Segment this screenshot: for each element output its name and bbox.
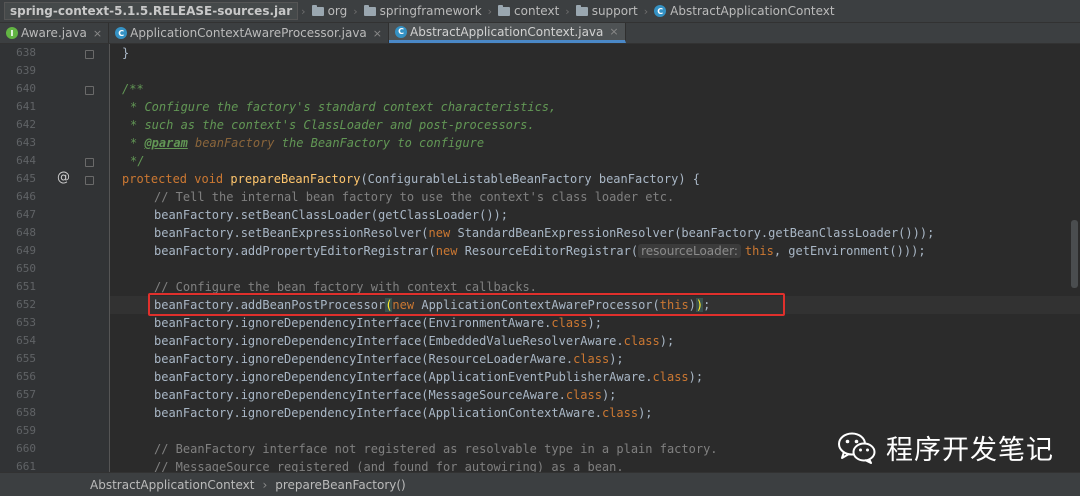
fold-marker-icon[interactable] bbox=[85, 50, 94, 59]
folder-icon bbox=[498, 4, 511, 16]
close-icon[interactable]: × bbox=[609, 25, 618, 38]
code-line: beanFactory.ignoreDependencyInterface(En… bbox=[154, 316, 602, 330]
breadcrumb-separator: › bbox=[643, 4, 649, 18]
breadcrumb-jar[interactable]: spring-context-5.1.5.RELEASE-sources.jar bbox=[4, 2, 299, 20]
line-number: 648 bbox=[16, 226, 36, 239]
override-marker-icon[interactable]: @ bbox=[57, 170, 70, 185]
code-line: beanFactory.ignoreDependencyInterface(Ap… bbox=[154, 406, 653, 420]
code-line: // BeanFactory interface not registered … bbox=[154, 442, 718, 456]
code-line: // Tell the internal bean factory to use… bbox=[154, 190, 675, 204]
line-number: 650 bbox=[16, 262, 36, 275]
code-line: beanFactory.setBeanClassLoader(getClassL… bbox=[154, 208, 509, 222]
line-number: 658 bbox=[16, 406, 36, 419]
breadcrumb-class[interactable]: C AbstractApplicationContext bbox=[651, 2, 837, 20]
breadcrumb-label: context bbox=[514, 4, 560, 18]
vertical-scrollbar[interactable] bbox=[1071, 220, 1078, 288]
line-number: 660 bbox=[16, 442, 36, 455]
fold-marker-icon[interactable] bbox=[85, 176, 94, 185]
line-number: 657 bbox=[16, 388, 36, 401]
line-number: 642 bbox=[16, 118, 36, 131]
code-line: beanFactory.addPropertyEditorRegistrar(n… bbox=[154, 244, 926, 258]
line-number: 656 bbox=[16, 370, 36, 383]
line-number: 649 bbox=[16, 244, 36, 257]
annotation-highlight-box bbox=[148, 293, 785, 316]
line-number: 644 bbox=[16, 154, 36, 167]
close-icon[interactable]: × bbox=[93, 27, 102, 40]
tab-label: AbstractApplicationContext.java bbox=[410, 24, 604, 39]
code-line: * such as the context's ClassLoader and … bbox=[130, 118, 535, 132]
breadcrumb-springframework[interactable]: springframework bbox=[361, 2, 485, 20]
line-number: 645 bbox=[16, 172, 36, 185]
breadcrumb-label: springframework bbox=[379, 4, 482, 18]
code-line: protected void prepareBeanFactory(Config… bbox=[122, 172, 700, 186]
watermark: 程序开发笔记 bbox=[838, 428, 1054, 467]
breadcrumb-org[interactable]: org bbox=[309, 2, 351, 20]
class-icon: C bbox=[654, 5, 667, 17]
code-line: } bbox=[122, 46, 130, 60]
line-number: 651 bbox=[16, 280, 36, 293]
breadcrumb-method[interactable]: prepareBeanFactory() bbox=[275, 478, 405, 492]
wechat-icon bbox=[838, 432, 876, 464]
breadcrumb-label: support bbox=[591, 4, 638, 18]
code-editor[interactable]: 638 639 640 641 642 643 644 645 646 647 … bbox=[0, 44, 1080, 474]
tab-application-context-aware-processor[interactable]: C ApplicationContextAwareProcessor.java … bbox=[109, 23, 389, 43]
fold-marker-icon[interactable] bbox=[85, 86, 94, 95]
watermark-text: 程序开发笔记 bbox=[886, 435, 1054, 466]
interface-icon: I bbox=[6, 27, 18, 39]
breadcrumb-support[interactable]: support bbox=[573, 2, 641, 20]
breadcrumb-label: AbstractApplicationContext bbox=[670, 4, 835, 18]
tab-label: ApplicationContextAwareProcessor.java bbox=[130, 26, 367, 40]
code-line: beanFactory.ignoreDependencyInterface(Em… bbox=[154, 334, 675, 348]
breadcrumb-class[interactable]: AbstractApplicationContext bbox=[90, 478, 254, 492]
code-line: beanFactory.ignoreDependencyInterface(Ap… bbox=[154, 370, 704, 384]
code-line: */ bbox=[130, 154, 145, 168]
folder-icon bbox=[363, 4, 376, 16]
folder-icon bbox=[311, 4, 324, 16]
breadcrumb-separator: › bbox=[353, 4, 358, 18]
code-line: * Configure the factory's standard conte… bbox=[130, 100, 557, 114]
line-number: 641 bbox=[16, 100, 36, 113]
breadcrumb-separator: › bbox=[487, 4, 493, 18]
close-icon[interactable]: × bbox=[373, 27, 382, 40]
line-number: 643 bbox=[16, 136, 36, 149]
breadcrumb-label: org bbox=[327, 4, 348, 18]
class-icon: C bbox=[395, 25, 407, 38]
code-area[interactable]: } /** * Configure the factory's standard… bbox=[110, 44, 1080, 474]
folder-icon bbox=[575, 4, 588, 16]
code-line: * @param beanFactory the BeanFactory to … bbox=[130, 136, 485, 150]
code-line: beanFactory.setBeanExpressionResolver(ne… bbox=[154, 226, 935, 240]
tab-aware[interactable]: I Aware.java × bbox=[0, 23, 110, 43]
line-gutter: 638 639 640 641 642 643 644 645 646 647 … bbox=[0, 44, 110, 473]
structure-breadcrumb: AbstractApplicationContext › prepareBean… bbox=[0, 472, 1080, 496]
line-number: 655 bbox=[16, 352, 36, 365]
parameter-hint: resourceLoader: bbox=[638, 244, 741, 258]
line-number: 639 bbox=[16, 64, 36, 77]
class-icon: C bbox=[115, 27, 128, 39]
breadcrumb-separator: › bbox=[565, 4, 570, 18]
breadcrumb-separator: › bbox=[301, 4, 306, 18]
line-number: 652 bbox=[16, 298, 36, 311]
code-line: beanFactory.ignoreDependencyInterface(Re… bbox=[154, 352, 624, 366]
tab-abstract-application-context[interactable]: C AbstractApplicationContext.java × bbox=[389, 23, 626, 43]
line-number: 654 bbox=[16, 334, 36, 347]
line-number: 659 bbox=[16, 424, 36, 437]
editor-tabs: I Aware.java × C ApplicationContextAware… bbox=[0, 23, 1080, 44]
tab-label: Aware.java bbox=[21, 26, 87, 40]
line-number: 638 bbox=[16, 46, 36, 59]
line-number: 640 bbox=[16, 82, 36, 95]
code-line: beanFactory.ignoreDependencyInterface(Me… bbox=[154, 388, 617, 402]
fold-marker-icon[interactable] bbox=[85, 158, 94, 167]
breadcrumb-separator: › bbox=[262, 477, 268, 492]
code-line: /** bbox=[122, 82, 144, 96]
navigation-bar: spring-context-5.1.5.RELEASE-sources.jar… bbox=[0, 0, 1080, 23]
line-number: 647 bbox=[16, 208, 36, 221]
line-number: 646 bbox=[16, 190, 36, 203]
line-number: 653 bbox=[16, 316, 36, 329]
breadcrumb-context[interactable]: context bbox=[495, 2, 562, 20]
